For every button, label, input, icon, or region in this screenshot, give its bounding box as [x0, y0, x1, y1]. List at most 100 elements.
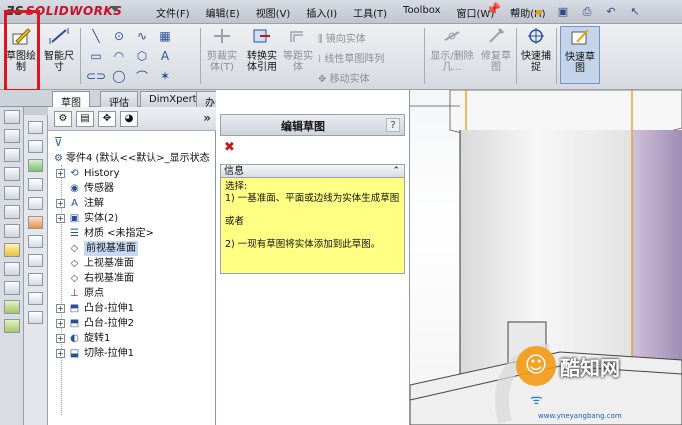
- title-bar: ƎS SOLIDWORKS 文件(F) 编辑(E) 视图(V) 插入(I) 工具(…: [0, 0, 682, 24]
- linear-pattern-button[interactable]: ⁞ 线性草图阵列: [318, 50, 384, 65]
- expand-icon[interactable]: +: [56, 349, 65, 358]
- view-tool-icon[interactable]: [4, 110, 20, 124]
- watermark-brand: 酷知网: [560, 356, 620, 380]
- menu-toolbox[interactable]: Toolbox: [395, 5, 449, 20]
- view-tool-icon[interactable]: [4, 186, 20, 200]
- shape-icon[interactable]: [28, 292, 43, 305]
- grid-icon[interactable]: [28, 140, 43, 153]
- undo-icon[interactable]: ↶: [601, 3, 621, 20]
- tree-item-label: History: [84, 168, 120, 179]
- collapse-icon[interactable]: ⌃: [392, 165, 400, 178]
- menu-insert[interactable]: 插入(I): [298, 5, 345, 20]
- trim-entities-button[interactable]: 剪裁实体(T): [204, 26, 240, 73]
- smart-dimension-button[interactable]: 智能尺寸: [44, 26, 74, 73]
- tree-item-right-plane[interactable]: ◇ 右视基准面: [48, 271, 216, 286]
- shape-icon[interactable]: [28, 254, 43, 267]
- menu-tools[interactable]: 工具(T): [345, 5, 395, 20]
- tab-evaluate[interactable]: 评估: [100, 91, 138, 109]
- tree-item-material[interactable]: ☰ 材质 <未指定>: [48, 226, 216, 241]
- chevron-right-icon[interactable]: »: [203, 111, 211, 125]
- pin-menu-icon[interactable]: 📌: [486, 2, 501, 18]
- expand-icon[interactable]: +: [56, 214, 65, 223]
- rectangle-icon[interactable]: ▭: [86, 48, 106, 64]
- polygon-icon[interactable]: ⬡: [132, 48, 152, 64]
- line-icon[interactable]: ╲: [86, 28, 106, 44]
- tree-item-top-plane[interactable]: ◇ 上视基准面: [48, 256, 216, 271]
- repair-sketch-button[interactable]: 修复草图: [480, 26, 512, 73]
- configuration-tab-icon[interactable]: ✥: [98, 111, 116, 127]
- view-tool-icon[interactable]: [4, 205, 20, 219]
- mirror-entities-button[interactable]: ⫼ 镜向实体: [318, 30, 366, 45]
- tree-item-sensors[interactable]: ◉ 传感器: [48, 181, 216, 196]
- menu-edit[interactable]: 编辑(E): [198, 5, 248, 20]
- display-manager-tab-icon[interactable]: ◕: [120, 111, 138, 127]
- expand-icon[interactable]: +: [56, 334, 65, 343]
- graphics-area[interactable]: ☺ 酷知网 www.yneyangbang.com ᯤ: [410, 90, 682, 425]
- ellipse-icon[interactable]: ◯: [109, 68, 129, 84]
- display-delete-relations-button[interactable]: 显示/删除几...: [428, 26, 476, 73]
- shape-icon[interactable]: [28, 216, 43, 229]
- tree-item-solid-bodies[interactable]: + ▣ 实体(2): [48, 211, 216, 226]
- slot-icon[interactable]: ⊂⊃: [86, 68, 106, 84]
- quick-snaps-button[interactable]: 快速捕捉: [520, 26, 552, 73]
- relations-icon[interactable]: [4, 281, 20, 295]
- menu-view[interactable]: 视图(V): [248, 5, 299, 20]
- feature-tree-tab-icon[interactable]: ⚙: [54, 111, 72, 127]
- select-arrow-icon[interactable]: ↖: [625, 3, 645, 20]
- spline-icon[interactable]: ∿: [132, 28, 152, 44]
- help-icon[interactable]: ?: [386, 118, 400, 132]
- arc-icon[interactable]: ◠: [109, 48, 129, 64]
- tree-item-front-plane[interactable]: ◇ 前视基准面: [48, 241, 216, 256]
- tree-item-revolve1[interactable]: + ◐ 旋转1: [48, 331, 216, 346]
- circle-icon[interactable]: ⊙: [109, 28, 129, 44]
- dimension-icon[interactable]: [4, 262, 20, 276]
- view-tool-icon[interactable]: [4, 148, 20, 162]
- shape-icon[interactable]: [28, 159, 43, 172]
- point-icon[interactable]: ✶: [155, 68, 175, 84]
- left-toolbar-secondary: [24, 115, 48, 425]
- tab-sketch[interactable]: 草图: [52, 91, 90, 109]
- sketch-pencil-icon[interactable]: [4, 243, 20, 257]
- tree-item-boss-extrude1[interactable]: + ⬒ 凸台-拉伸1: [48, 301, 216, 316]
- print-icon[interactable]: ⎙: [577, 3, 597, 20]
- tree-item-cut-extrude1[interactable]: + ⬓ 切除-拉伸1: [48, 346, 216, 361]
- expand-icon[interactable]: +: [56, 319, 65, 328]
- tree-item-history[interactable]: + ⟲ History: [48, 166, 216, 181]
- table-icon[interactable]: [28, 121, 43, 134]
- expand-icon[interactable]: +: [56, 199, 65, 208]
- tree-item-label: 注解: [84, 198, 104, 209]
- property-manager-tab-icon[interactable]: ▤: [76, 111, 94, 127]
- expand-icon[interactable]: +: [56, 169, 65, 178]
- shape-icon[interactable]: [28, 235, 43, 248]
- grid-icon[interactable]: ▦: [155, 28, 175, 44]
- tree-item-annotations[interactable]: + A 注解: [48, 196, 216, 211]
- view-tool-icon[interactable]: [4, 224, 20, 238]
- tree-root-part[interactable]: ⚙ 零件4 (默认<<默认>_显示状态: [48, 151, 216, 166]
- move-entities-button[interactable]: ✥ 移动实体: [318, 70, 370, 85]
- close-icon[interactable]: ✖: [224, 140, 235, 155]
- fillet-icon[interactable]: ⌒: [132, 68, 152, 84]
- layer-icon[interactable]: [4, 319, 20, 333]
- layer-icon[interactable]: [4, 300, 20, 314]
- sketch-text-icon[interactable]: A: [155, 48, 175, 64]
- expand-icon[interactable]: +: [56, 304, 65, 313]
- tree-item-boss-extrude2[interactable]: + ⬒ 凸台-拉伸2: [48, 316, 216, 331]
- shape-icon[interactable]: [28, 273, 43, 286]
- logo-menu-arrow-icon[interactable]: [110, 6, 120, 12]
- tree-item-origin[interactable]: ⊥ 原点: [48, 286, 216, 301]
- offset-entities-button[interactable]: 等距实体: [282, 26, 314, 73]
- menu-file[interactable]: 文件(F): [148, 5, 198, 20]
- new-document-icon[interactable]: ▭: [505, 3, 525, 20]
- view-tool-icon[interactable]: [4, 167, 20, 181]
- save-icon[interactable]: ▣: [553, 3, 573, 20]
- convert-entities-button[interactable]: 转换实体引用: [244, 26, 280, 73]
- shape-icon[interactable]: [28, 178, 43, 191]
- table-icon[interactable]: [28, 311, 43, 324]
- open-folder-icon[interactable]: ▰: [529, 3, 549, 20]
- shape-icon[interactable]: [28, 197, 43, 210]
- filter-icon[interactable]: ⊽: [54, 135, 63, 149]
- plane-icon: ◇: [70, 243, 79, 254]
- info-section-header[interactable]: 信息 ⌃: [220, 164, 405, 178]
- rapid-sketch-button[interactable]: 快速草图: [560, 26, 600, 84]
- view-tool-icon[interactable]: [4, 129, 20, 143]
